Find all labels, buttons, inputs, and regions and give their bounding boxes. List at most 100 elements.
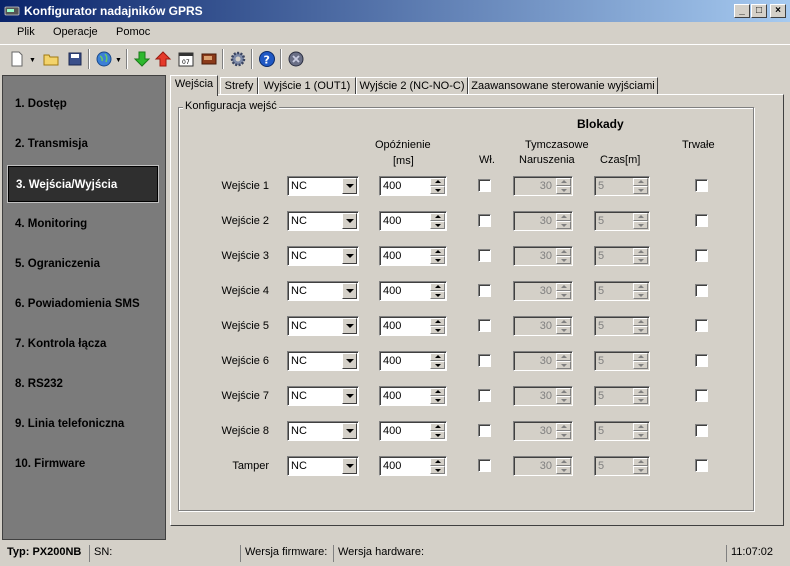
spin-up-icon[interactable] (430, 458, 445, 466)
upload-arrow-icon[interactable] (154, 50, 172, 68)
close-button[interactable]: × (770, 4, 786, 18)
sidebar-item-firmware[interactable]: 10. Firmware (7, 445, 159, 483)
new-document-icon[interactable] (8, 50, 26, 68)
permanent-block-checkbox[interactable] (695, 319, 708, 332)
spin-down-icon[interactable] (430, 186, 445, 194)
menu-operacje[interactable]: Operacje (53, 26, 98, 38)
permanent-block-checkbox[interactable] (695, 249, 708, 262)
spin-down-icon[interactable] (430, 326, 445, 334)
chevron-down-icon[interactable] (342, 458, 357, 474)
calendar-icon[interactable]: 07 (177, 50, 195, 68)
spin-up-icon[interactable] (430, 283, 445, 291)
spin-up-icon[interactable] (430, 213, 445, 221)
tab-wejscia[interactable]: Wejścia (170, 75, 218, 96)
menu-pomoc[interactable]: Pomoc (116, 26, 150, 38)
enabled-checkbox[interactable] (478, 424, 491, 437)
spin-down-icon (556, 431, 571, 439)
permanent-block-checkbox[interactable] (695, 214, 708, 227)
enabled-checkbox[interactable] (478, 284, 491, 297)
sidebar-item-powiadomienia-sms[interactable]: 6. Powiadomienia SMS (7, 285, 159, 323)
enabled-checkbox[interactable] (478, 354, 491, 367)
delay-spinner[interactable]: 400 (379, 421, 447, 441)
spin-up-icon[interactable] (430, 423, 445, 431)
enabled-checkbox[interactable] (478, 319, 491, 332)
sidebar-item-monitoring[interactable]: 4. Monitoring (7, 205, 159, 243)
sidebar-item-wejscia-wyjscia[interactable]: 3. Wejścia/Wyjścia (7, 165, 159, 203)
device-icon[interactable] (200, 50, 218, 68)
delay-spinner[interactable]: 400 (379, 211, 447, 231)
enabled-checkbox[interactable] (478, 214, 491, 227)
delay-spinner[interactable]: 400 (379, 386, 447, 406)
chevron-down-icon[interactable] (342, 283, 357, 299)
spin-down-icon[interactable] (430, 221, 445, 229)
spin-down-icon[interactable] (430, 466, 445, 474)
delay-spinner[interactable]: 400 (379, 351, 447, 371)
chevron-down-icon[interactable] (342, 178, 357, 194)
chevron-down-icon[interactable] (342, 423, 357, 439)
tab-strefy[interactable]: Strefy (220, 77, 258, 95)
input-type-select[interactable]: NC (287, 176, 359, 196)
spin-down-icon[interactable] (430, 291, 445, 299)
chevron-down-icon[interactable] (342, 318, 357, 334)
tab-zaawansowane[interactable]: Zaawansowane sterowanie wyjściami (468, 77, 658, 95)
spin-up-icon[interactable] (430, 388, 445, 396)
sidebar-item-linia-telefoniczna[interactable]: 9. Linia telefoniczna (7, 405, 159, 443)
maximize-button[interactable]: □ (751, 4, 767, 18)
delay-spinner[interactable]: 400 (379, 246, 447, 266)
enabled-checkbox[interactable] (478, 179, 491, 192)
delay-spinner[interactable]: 400 (379, 456, 447, 476)
spin-up-icon[interactable] (430, 353, 445, 361)
spin-down-icon[interactable] (430, 256, 445, 264)
minimize-button[interactable]: _ (734, 4, 750, 18)
delay-spinner[interactable]: 400 (379, 316, 447, 336)
delay-value: 400 (383, 250, 402, 262)
spin-down-icon[interactable] (430, 431, 445, 439)
help-icon[interactable]: ? (258, 50, 276, 68)
chevron-down-icon[interactable] (342, 388, 357, 404)
sidebar-item-rs232[interactable]: 8. RS232 (7, 365, 159, 403)
spin-up-icon[interactable] (430, 248, 445, 256)
delay-spinner[interactable]: 400 (379, 281, 447, 301)
permanent-block-checkbox[interactable] (695, 424, 708, 437)
sidebar-item-kontrola-lacza[interactable]: 7. Kontrola łącza (7, 325, 159, 363)
input-type-select[interactable]: NC (287, 246, 359, 266)
toolbar-separator (280, 49, 282, 69)
settings-gear-icon[interactable] (229, 50, 247, 68)
open-folder-icon[interactable] (42, 50, 60, 68)
chevron-down-icon[interactable] (342, 213, 357, 229)
new-dropdown-chevron-icon[interactable]: ▼ (29, 57, 36, 64)
save-icon[interactable] (66, 50, 84, 68)
input-type-select[interactable]: NC (287, 421, 359, 441)
chevron-down-icon[interactable] (342, 353, 357, 369)
exit-icon[interactable] (287, 50, 305, 68)
permanent-block-checkbox[interactable] (695, 389, 708, 402)
permanent-block-checkbox[interactable] (695, 354, 708, 367)
input-type-select[interactable]: NC (287, 316, 359, 336)
input-type-select[interactable]: NC (287, 456, 359, 476)
connect-dropdown-chevron-icon[interactable]: ▼ (115, 57, 122, 64)
input-type-select[interactable]: NC (287, 211, 359, 231)
sidebar-item-transmisja[interactable]: 2. Transmisja (7, 125, 159, 163)
spin-up-icon[interactable] (430, 178, 445, 186)
enabled-checkbox[interactable] (478, 459, 491, 472)
download-arrow-icon[interactable] (133, 50, 151, 68)
enabled-checkbox[interactable] (478, 249, 491, 262)
input-type-select[interactable]: NC (287, 351, 359, 371)
delay-spinner[interactable]: 400 (379, 176, 447, 196)
connect-globe-icon[interactable] (95, 50, 113, 68)
spin-up-icon[interactable] (430, 318, 445, 326)
permanent-block-checkbox[interactable] (695, 179, 708, 192)
chevron-down-icon[interactable] (342, 248, 357, 264)
tab-wyjscie-1[interactable]: Wyjście 1 (OUT1) (258, 77, 356, 95)
enabled-checkbox[interactable] (478, 389, 491, 402)
permanent-block-checkbox[interactable] (695, 284, 708, 297)
input-type-select[interactable]: NC (287, 281, 359, 301)
menu-plik[interactable]: Plik (17, 26, 35, 38)
spin-down-icon[interactable] (430, 361, 445, 369)
permanent-block-checkbox[interactable] (695, 459, 708, 472)
input-type-select[interactable]: NC (287, 386, 359, 406)
tab-wyjscie-2[interactable]: Wyjście 2 (NC-NO-C) (356, 77, 468, 95)
sidebar-item-dostep[interactable]: 1. Dostęp (7, 85, 159, 123)
sidebar-item-ograniczenia[interactable]: 5. Ograniczenia (7, 245, 159, 283)
spin-down-icon[interactable] (430, 396, 445, 404)
